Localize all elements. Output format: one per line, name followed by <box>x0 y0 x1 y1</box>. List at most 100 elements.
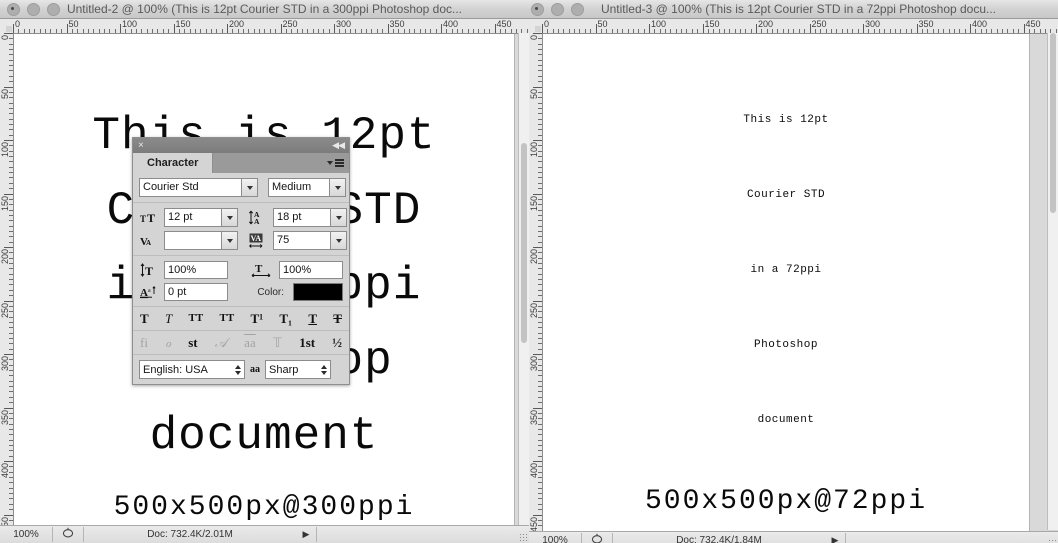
ruler-tick <box>686 29 688 33</box>
baseline-shift-value-left: 0 pt <box>168 286 187 298</box>
ruler-tick <box>248 29 250 33</box>
ruler-corner-right[interactable] <box>529 19 543 34</box>
vertical-ruler-right[interactable]: 0 50 100 150 200 250 300 350 400 450 <box>529 33 543 543</box>
ruler-tick <box>745 29 747 33</box>
panel-grip-left[interactable]: × ◀◀ <box>133 138 349 153</box>
canvas-area-right[interactable]: This is 12pt Courier STD in a 72ppi Phot… <box>543 34 1048 543</box>
ruler-tick <box>718 29 720 33</box>
ruler-tick <box>538 466 542 468</box>
antialias-stepper-icon[interactable] <box>321 361 327 378</box>
ruler-tick <box>905 29 907 33</box>
kerning-dropdown-icon[interactable] <box>221 231 238 250</box>
font-size-dropdown-icon[interactable] <box>221 208 238 227</box>
vertical-ruler-left[interactable]: 050100150200250300350400450 <box>0 33 14 543</box>
font-style-combo-left[interactable]: Medium <box>268 178 346 197</box>
horizontal-ruler-right[interactable]: 0 50 100 150 200 250 300 350 400 450 <box>542 19 1058 34</box>
ruler-tick <box>376 29 378 33</box>
ruler-tick <box>879 29 881 33</box>
ruler-tick <box>9 263 13 265</box>
ruler-tick <box>533 514 542 516</box>
language-popup-left[interactable]: English: USA <box>139 360 245 379</box>
status-menu-arrow-left[interactable]: ▶ <box>296 529 316 540</box>
font-size-combo-left[interactable]: 12 pt <box>164 208 238 227</box>
language-stepper-icon[interactable] <box>235 361 241 378</box>
vertical-scale-field-left[interactable]: 100% <box>164 261 228 279</box>
horizontal-scale-field-left[interactable]: 100% <box>279 261 343 279</box>
tracking-icon: VA <box>248 233 268 249</box>
ruler-tick <box>9 444 13 446</box>
font-family-dropdown-icon[interactable] <box>241 178 258 197</box>
style-faux-italic-button[interactable]: T <box>165 312 172 325</box>
baseline-shift-field-left[interactable]: 0 pt <box>164 283 228 301</box>
ot-discretionary-ligatures-button[interactable]: st <box>188 336 197 349</box>
ruler-label: 0 <box>544 19 550 29</box>
leading-dropdown-icon[interactable] <box>330 208 347 227</box>
window-titlebar-right[interactable]: Untitled-3 @ 100% (This is 12pt Courier … <box>529 0 1058 19</box>
ot-standard-ligatures-button[interactable]: fi <box>140 336 148 349</box>
ot-contextual-alternates-button[interactable]: ℴ <box>165 336 171 349</box>
ruler-tick <box>538 450 542 452</box>
style-all-caps-button[interactable]: TT <box>189 313 204 324</box>
ot-ordinals-button[interactable]: 1st <box>299 336 315 349</box>
kerning-combo-left[interactable] <box>164 231 238 250</box>
ruler-tick <box>538 268 542 270</box>
window-titlebar-left[interactable]: Untitled-2 @ 100% (This is 12pt Courier … <box>0 0 529 19</box>
tracking-dropdown-icon[interactable] <box>330 231 347 250</box>
text-color-swatch-left[interactable] <box>293 283 343 301</box>
ot-swash-button[interactable]: 𝒜 <box>215 336 227 349</box>
vertical-scrollbar-thumb-left[interactable] <box>521 143 527 343</box>
ot-fractions-button[interactable]: ½ <box>332 336 342 349</box>
ruler-tick <box>9 129 13 131</box>
status-menu-arrow-right[interactable]: ▶ <box>825 535 845 543</box>
panel-tabs-left[interactable]: Character <box>133 153 349 173</box>
ruler-label: 250 <box>0 302 10 318</box>
style-superscript-button[interactable]: T¹ <box>251 312 264 325</box>
tracking-combo-left[interactable]: 75 <box>273 231 347 250</box>
resize-grip-right[interactable] <box>1048 539 1057 543</box>
zoom-level-right[interactable]: 100% <box>529 535 581 543</box>
zoom-level-left[interactable]: 100% <box>0 529 52 540</box>
ruler-tick <box>473 29 475 33</box>
ot-oldstyle-button[interactable]: aa <box>244 336 256 349</box>
ruler-tick <box>538 43 542 45</box>
style-subscript-button[interactable]: T₁ <box>279 312 292 325</box>
panel-close-icon[interactable]: × <box>138 140 144 151</box>
style-small-caps-button[interactable]: TT <box>220 313 235 324</box>
style-faux-bold-button[interactable]: T <box>140 312 149 325</box>
horizontal-ruler-left[interactable]: 0 50 100 150 200 250 300 350 400 450 <box>13 19 529 34</box>
ruler-tick <box>9 123 13 125</box>
font-style-dropdown-icon[interactable] <box>329 178 346 197</box>
ruler-tick <box>533 86 542 88</box>
style-strikethrough-button[interactable]: T <box>333 312 342 325</box>
leading-combo-left[interactable]: 18 pt <box>273 208 347 227</box>
ruler-tick <box>120 24 121 33</box>
type-style-buttons-left[interactable]: T T TT TT T¹ T₁ T T <box>133 307 349 331</box>
ot-titling-alternates-button[interactable]: 𝕋 <box>273 336 282 349</box>
style-underline-button[interactable]: T <box>308 312 317 325</box>
resize-grip-left[interactable] <box>519 533 528 542</box>
document-page-right[interactable]: This is 12pt Courier STD in a 72ppi Phot… <box>543 34 1029 534</box>
ruler-tick <box>9 145 13 147</box>
ruler-tick <box>579 29 581 33</box>
character-panel-left[interactable]: × ◀◀ Character Courier Std Medium T T 12… <box>132 137 350 385</box>
vertical-scrollbar-thumb-right[interactable] <box>1050 33 1056 213</box>
ruler-area-right: 0 50 100 150 200 250 300 350 400 450 0 50 100 150 200… <box>529 19 1058 543</box>
ruler-tick <box>538 305 542 307</box>
ruler-corner-left[interactable] <box>0 19 14 34</box>
ruler-tick <box>538 81 542 83</box>
ruler-tick <box>301 29 303 33</box>
font-family-combo-left[interactable]: Courier Std <box>139 178 258 197</box>
panel-collapse-icon[interactable]: ◀◀ <box>332 140 345 151</box>
tab-character-left[interactable]: Character <box>133 153 214 173</box>
opentype-buttons-left[interactable]: fi ℴ st 𝒜 aa 𝕋 1st ½ <box>133 331 349 355</box>
ruler-tick <box>9 113 13 115</box>
vertical-scrollbar-left[interactable] <box>518 33 529 530</box>
antialias-popup-left[interactable]: Sharp <box>265 360 331 379</box>
ruler-tick <box>873 29 875 33</box>
panel-menu-icon-left[interactable] <box>327 153 344 173</box>
ruler-tick <box>419 29 421 33</box>
vertical-scrollbar-right[interactable] <box>1047 33 1058 530</box>
ruler-label: 200 <box>0 249 10 265</box>
ruler-tick <box>334 24 335 33</box>
ruler-tick <box>538 65 542 67</box>
